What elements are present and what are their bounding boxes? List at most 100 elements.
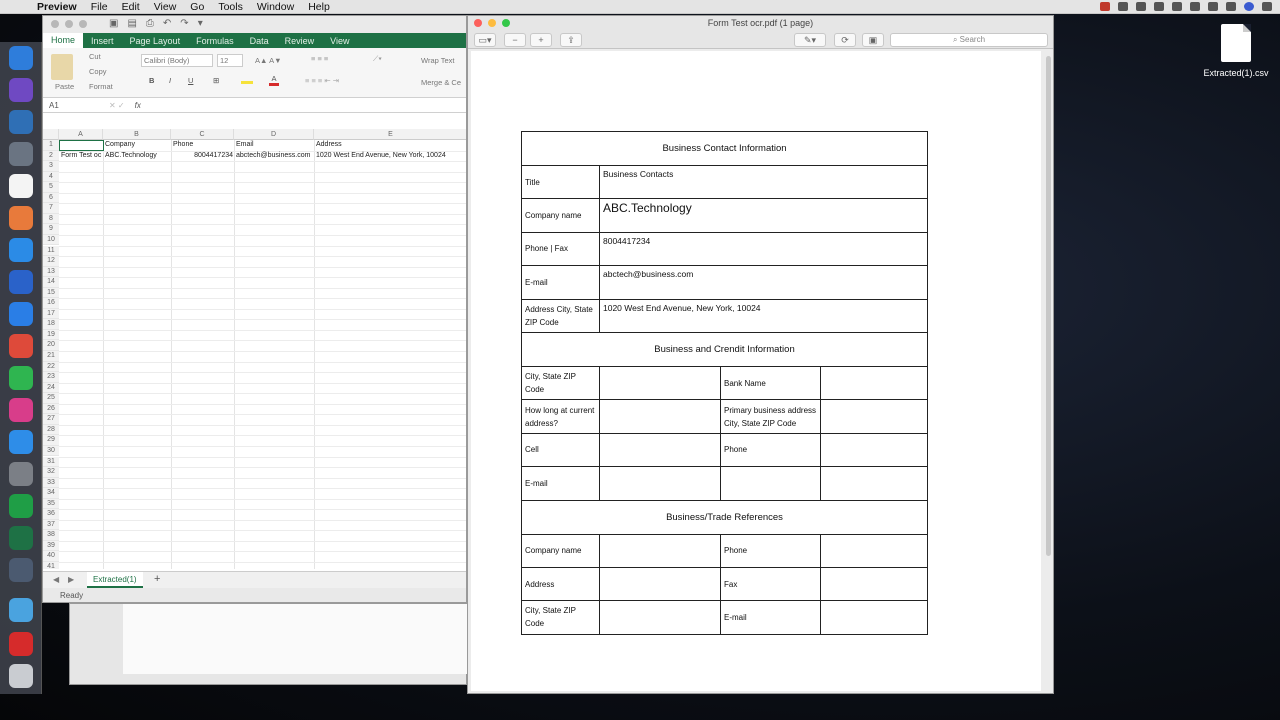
messages-icon[interactable] [9, 302, 33, 326]
row-header[interactable]: 30 [43, 445, 59, 457]
cell-c1[interactable]: Phone [173, 140, 233, 150]
menu-app-name[interactable]: Preview [30, 1, 84, 13]
row-header[interactable]: 38 [43, 530, 59, 541]
tab-view[interactable]: View [322, 36, 357, 46]
next-sheet-icon[interactable]: ▶ [68, 575, 74, 584]
orientation-icon[interactable]: ⟋▾ [373, 54, 382, 64]
sidebar-icon[interactable]: ▣ [109, 18, 118, 29]
save-icon[interactable]: ▤ [127, 18, 136, 29]
tab-page-layout[interactable]: Page Layout [122, 36, 189, 46]
zoom-out-icon[interactable]: − [504, 33, 526, 47]
tab-formulas[interactable]: Formulas [188, 36, 242, 46]
safari-icon[interactable] [9, 238, 33, 262]
status-app-icon[interactable] [1100, 2, 1110, 11]
markup-pen-icon[interactable]: ✎▾ [794, 33, 826, 47]
row-header[interactable]: 39 [43, 540, 59, 552]
print-icon[interactable]: ⎙ [146, 18, 154, 29]
underline-button[interactable]: U [188, 76, 193, 85]
cell-d1[interactable]: Email [236, 140, 314, 150]
row-header[interactable]: 20 [43, 340, 59, 351]
align-left-icon[interactable]: ≡ ≡ ≡ ⇤ ⇥ [305, 76, 339, 85]
close-button[interactable] [51, 20, 59, 28]
redo-icon[interactable]: ↷ [180, 18, 188, 29]
font-size-select[interactable]: 12 [217, 54, 243, 67]
row-header[interactable]: 23 [43, 372, 59, 383]
grow-font-icon[interactable]: A▲ A▼ [255, 56, 282, 65]
row-header[interactable]: 36 [43, 509, 59, 520]
row-header[interactable]: 40 [43, 551, 59, 562]
spreadsheet-grid[interactable]: A B C D E 1 2 3 4 5 6 7 8 9 10 11 12 13 14 15 16 17 18 19 2… [43, 129, 466, 569]
paste-button[interactable]: Paste [55, 82, 74, 91]
font-name-select[interactable]: Calibri (Body) [141, 54, 213, 67]
row-header[interactable]: 21 [43, 351, 59, 362]
prev-sheet-icon[interactable]: ◀ [53, 575, 59, 584]
row-header[interactable]: 2 [43, 150, 59, 162]
itunes-icon[interactable] [9, 398, 33, 422]
align-top-icon[interactable]: ≡ ≡ ≡ [311, 54, 328, 63]
notification-icon[interactable] [1262, 2, 1272, 11]
row-header[interactable]: 17 [43, 308, 59, 320]
wifi-icon[interactable] [1154, 2, 1164, 11]
menu-window[interactable]: Window [250, 1, 301, 13]
sidebar-view-icon[interactable]: ▭▾ [474, 33, 496, 47]
camtasia-icon[interactable] [9, 494, 33, 518]
background-window[interactable] [69, 603, 468, 685]
share-icon[interactable]: ⇪ [560, 33, 582, 47]
system-preferences-icon[interactable] [9, 462, 33, 486]
app-store-icon[interactable] [9, 430, 33, 454]
menu-view[interactable]: View [147, 1, 184, 13]
copy-button[interactable]: Copy [89, 67, 107, 76]
customize-icon[interactable]: ▾ [198, 18, 203, 29]
row-header[interactable]: 37 [43, 519, 59, 531]
bold-button[interactable]: B [149, 76, 154, 85]
cell-e2[interactable]: 1020 West End Avenue, New York, 10024 [316, 151, 466, 161]
tab-data[interactable]: Data [242, 36, 277, 46]
battery-icon[interactable] [1172, 2, 1182, 11]
column-header-d[interactable]: D [234, 129, 314, 140]
name-box[interactable]: A1 [49, 101, 99, 110]
screenshot-icon[interactable] [9, 558, 33, 582]
excel-titlebar[interactable]: ▣ ▤ ⎙ ↶ ↷ ▾ [43, 16, 466, 33]
tab-review[interactable]: Review [277, 36, 323, 46]
row-header[interactable]: 41 [43, 562, 59, 569]
row-header[interactable]: 18 [43, 319, 59, 330]
row-header[interactable]: 10 [43, 234, 59, 246]
zoom-button[interactable] [79, 20, 87, 28]
minimize-button[interactable] [65, 20, 73, 28]
preview-titlebar[interactable]: Form Test ocr.pdf (1 page) [468, 16, 1053, 32]
row-header[interactable]: 8 [43, 213, 59, 225]
tab-insert[interactable]: Insert [83, 36, 122, 46]
row-header[interactable]: 19 [43, 329, 59, 341]
user-icon[interactable] [1208, 2, 1218, 11]
trash-icon[interactable] [9, 664, 33, 688]
row-header[interactable]: 6 [43, 192, 59, 204]
select-all-corner[interactable] [43, 129, 59, 140]
row-header[interactable]: 9 [43, 224, 59, 235]
facetime-icon[interactable] [9, 366, 33, 390]
active-cell-a1[interactable] [59, 140, 104, 151]
row-header[interactable]: 4 [43, 171, 59, 183]
format-painter-button[interactable]: Format [89, 82, 113, 91]
function-icon[interactable]: fx [135, 101, 141, 110]
calendar-icon[interactable] [9, 174, 33, 198]
rotate-icon[interactable]: ⟳ [834, 33, 856, 47]
undo-icon[interactable]: ↶ [163, 18, 171, 29]
column-header-e[interactable]: E [314, 129, 466, 140]
row-header[interactable]: 31 [43, 456, 59, 468]
italic-button[interactable]: I [169, 76, 171, 85]
row-header[interactable]: 28 [43, 424, 59, 436]
sheet-tab-extracted[interactable]: Extracted(1) [87, 572, 143, 588]
row-header[interactable]: 22 [43, 361, 59, 373]
bluetooth-icon[interactable] [1136, 2, 1146, 11]
menu-edit[interactable]: Edit [115, 1, 147, 13]
menu-help[interactable]: Help [301, 1, 337, 13]
row-header[interactable]: 27 [43, 414, 59, 425]
add-sheet-button[interactable]: + [154, 573, 160, 585]
cell-d2[interactable]: abctech@business.com [236, 151, 314, 161]
row-header[interactable]: 12 [43, 256, 59, 267]
row-header[interactable]: 34 [43, 488, 59, 499]
merge-center-button[interactable]: Merge & Ce [421, 78, 461, 87]
cell-c2[interactable]: 8004417234 [173, 151, 233, 161]
font-color-icon[interactable]: A [269, 74, 279, 86]
cut-button[interactable]: Cut [89, 52, 101, 61]
